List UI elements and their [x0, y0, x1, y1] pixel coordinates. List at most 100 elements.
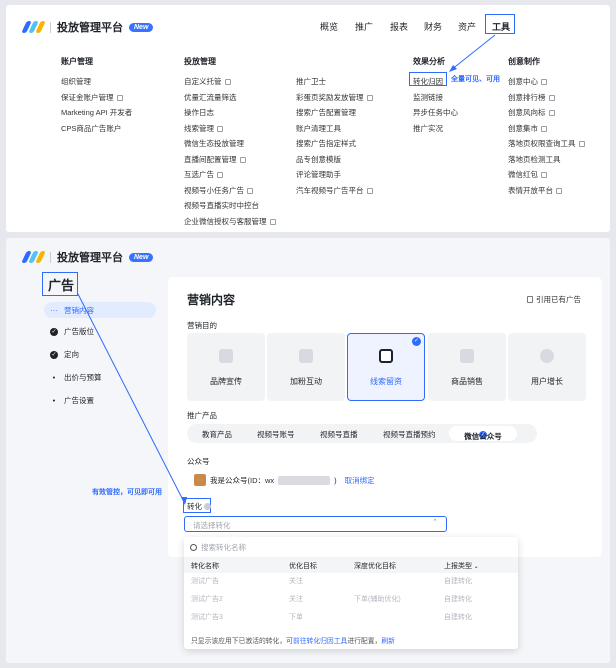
account-name: 我是公众号(ID：wx: [210, 475, 275, 485]
goal-card-sales[interactable]: 商品销售: [428, 333, 506, 401]
menu-item[interactable]: 企业微信授权与客服管理: [184, 216, 276, 232]
selected-check-icon: ✓: [412, 337, 421, 346]
sidebar-item-targeting[interactable]: ✓ 定向: [50, 349, 79, 360]
menu-item[interactable]: 推广卫士: [296, 76, 373, 92]
goal-card-brand[interactable]: 品牌宣传: [187, 333, 265, 401]
menu-item[interactable]: 创意风向标: [508, 107, 585, 123]
goto-attribution-link[interactable]: 前往转化归因工具: [293, 638, 347, 645]
product-option[interactable]: 教育产品: [202, 429, 232, 440]
product-segmented-control: 教育产品 视频号账号 视频号直播 视频号直播预约 ✓ 微信公众号: [187, 424, 537, 443]
menu-col-title: [296, 56, 373, 66]
menu-item[interactable]: 创意排行榜: [508, 92, 585, 108]
table-row[interactable]: 测试广告3 下单 自建转化: [191, 608, 511, 626]
divider: [50, 251, 51, 263]
nav-assets[interactable]: 资产: [458, 20, 476, 33]
sidebar-item-placement[interactable]: ✓ 广告版位: [50, 326, 94, 337]
menu-col-title: 账户管理: [61, 57, 93, 66]
form-icon: [379, 349, 393, 363]
table-row[interactable]: 测试广告 关注 自建转化: [191, 572, 511, 590]
menu-item[interactable]: 搜索广告配置管理: [296, 107, 373, 123]
document-icon: [527, 296, 533, 303]
bullet-icon: •: [52, 373, 56, 382]
editor-logo[interactable]: 投放管理平台 New: [21, 249, 154, 265]
menu-item[interactable]: 落地页权限查询工具: [508, 138, 585, 154]
dropdown-search[interactable]: 搜索转化名称: [190, 542, 246, 553]
conversion-attribution-highlight: [409, 72, 447, 86]
menu-item[interactable]: 线索管理: [184, 123, 276, 139]
menu-item[interactable]: 视频号小任务广告: [184, 185, 276, 201]
brand-title: 投放管理平台: [57, 252, 123, 264]
help-icon[interactable]: [204, 503, 211, 510]
external-link-icon: [541, 79, 547, 86]
user-add-icon: [540, 349, 554, 363]
menu-item[interactable]: 账户清理工具: [296, 123, 373, 139]
account-avatar: [194, 474, 206, 486]
menu-item[interactable]: 保证金账户管理: [61, 92, 132, 108]
menu-item[interactable]: 汽车视频号广告平台: [296, 185, 373, 201]
menu-item[interactable]: 彩蛋页奖励发放管理: [296, 92, 373, 108]
account-id-masked: [278, 475, 331, 485]
nav-report[interactable]: 报表: [390, 20, 408, 33]
menu-item[interactable]: 评论管理助手: [296, 169, 373, 185]
external-link-icon: [224, 79, 231, 86]
account-row: 我是公众号(ID：wx ) 取消绑定: [194, 474, 375, 486]
chevron-up-icon: ⌃: [432, 519, 438, 526]
menu-item[interactable]: 操作日志: [184, 107, 276, 123]
top-logo[interactable]: 投放管理平台 New: [21, 19, 154, 35]
menu-item[interactable]: 视频号直播实时中控台: [184, 200, 276, 216]
nav-finance[interactable]: 财务: [424, 20, 442, 33]
menu-item[interactable]: 微信生态投放管理: [184, 138, 276, 154]
goal-label: 营销目的: [187, 321, 217, 330]
unbind-link[interactable]: 取消绑定: [345, 475, 375, 486]
sidebar-item-marketing-content[interactable]: ··· 营销内容: [50, 305, 94, 316]
goal-card-leads[interactable]: 线索留资 ✓: [347, 333, 425, 401]
new-badge: New: [129, 252, 154, 262]
menu-item[interactable]: Marketing API 开发者: [61, 107, 132, 123]
refresh-link[interactable]: 刷新: [381, 638, 395, 645]
tools-highlight: [485, 14, 515, 34]
product-option[interactable]: 视频号直播: [320, 429, 358, 440]
bag-icon: [460, 349, 474, 363]
menu-item[interactable]: 自定义托管: [184, 76, 276, 92]
external-link-icon: [556, 187, 562, 194]
menu-item[interactable]: 优量汇流量筛选: [184, 92, 276, 108]
external-link-icon: [366, 187, 373, 194]
conversion-label: 转化: [187, 501, 211, 512]
menu-item[interactable]: 异步任务中心: [413, 107, 458, 123]
menu-item[interactable]: 表情开放平台: [508, 185, 585, 201]
menu-item[interactable]: 创意中心: [508, 76, 585, 92]
section-title: 营销内容: [187, 293, 236, 307]
menu-item[interactable]: 微信红包: [508, 169, 585, 185]
menu-item[interactable]: 组织管理: [61, 76, 132, 92]
sidebar-item-bid-budget[interactable]: • 出价与预算: [50, 372, 102, 383]
menu-item[interactable]: 监测链接: [413, 92, 458, 108]
sidebar-item-ad-settings[interactable]: • 广告设置: [50, 395, 94, 406]
conversion-select[interactable]: 请选择转化 ⌃: [184, 516, 447, 532]
menu-item[interactable]: 搜索广告指定样式: [296, 138, 373, 154]
visibility-note: 全量可见、可用: [451, 76, 500, 83]
external-link-icon: [541, 172, 547, 179]
conversion-dropdown: 搜索转化名称 转化名称 优化目标 深度优化目标 上报类型 ⌄ 测试广告 关注 自建转…: [184, 537, 518, 649]
dropdown-footer: 只显示该应用下已激活的转化，可前往转化归因工具进行配置，刷新: [191, 638, 395, 645]
menu-col-creative: 创意制作 创意中心 创意排行榜 创意风向标 创意集市 落地页权限查询工具 落地页…: [508, 56, 585, 200]
new-badge: New: [129, 22, 154, 32]
product-option-selected[interactable]: ✓ 微信公众号: [449, 426, 517, 441]
product-option[interactable]: 视频号直播预约: [383, 429, 436, 440]
menu-item[interactable]: 互选广告: [184, 169, 276, 185]
table-row[interactable]: 测试广告2 关注 下单(辅助优化) 自建转化: [191, 590, 511, 608]
goal-card-fans[interactable]: 加粉互动: [267, 333, 345, 401]
menu-item[interactable]: 落地页检测工具: [508, 154, 585, 170]
goal-card-growth[interactable]: 用户增长: [508, 333, 586, 401]
external-link-icon: [548, 94, 555, 101]
menu-item[interactable]: 品专创意模版: [296, 154, 373, 170]
menu-item[interactable]: CPS商品广告账户: [61, 123, 132, 139]
tag-icon: [219, 349, 233, 363]
nav-overview[interactable]: 概览: [320, 20, 338, 33]
product-option[interactable]: 视频号账号: [257, 429, 295, 440]
check-circle-icon: ✓: [50, 327, 58, 336]
menu-item[interactable]: 推广实况: [413, 123, 458, 139]
menu-item[interactable]: 直播间配置管理: [184, 154, 276, 170]
reuse-ad-link[interactable]: 引用已有广告: [527, 294, 581, 305]
nav-promotion[interactable]: 推广: [355, 20, 373, 33]
menu-item[interactable]: 创意集市: [508, 123, 585, 139]
